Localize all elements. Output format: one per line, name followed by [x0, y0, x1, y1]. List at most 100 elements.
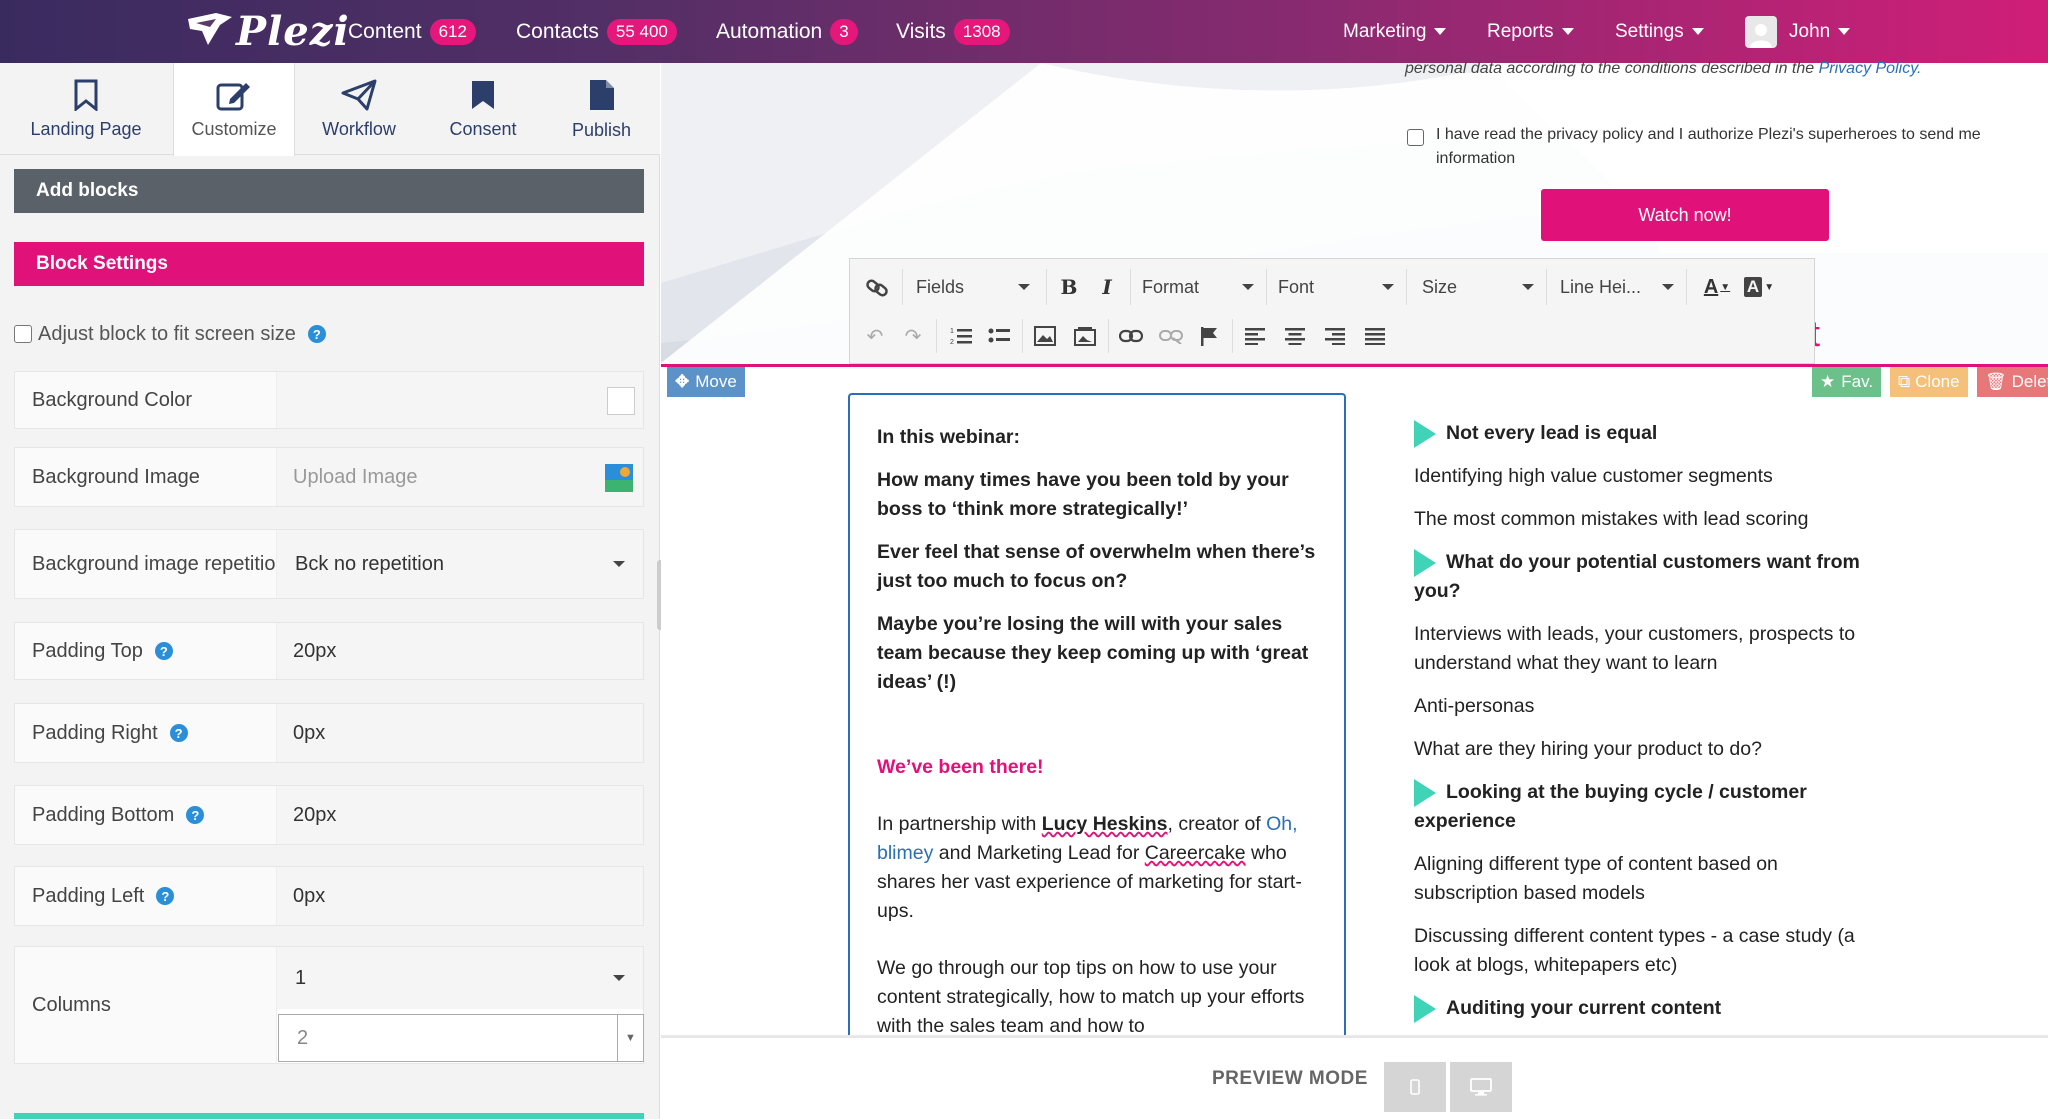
agenda-item: Aligning different type of content based…	[1414, 850, 1874, 908]
color-swatch[interactable]	[607, 387, 635, 415]
padding-top-input[interactable]: 20px	[277, 623, 643, 679]
logo-bird-icon	[188, 13, 232, 45]
help-icon[interactable]: ?	[186, 806, 205, 824]
paragraph-2: Ever feel that sense of overwhelm when t…	[877, 541, 1316, 592]
agenda-item: What are they hiring your product to do?	[1414, 735, 1874, 764]
bold-icon[interactable]: B	[1054, 272, 1084, 302]
background-repeat-value: Bck no repetition	[295, 552, 444, 575]
adjust-block-label: Adjust block to fit screen size	[38, 322, 296, 345]
text-color-icon[interactable]: A ▼	[1702, 272, 1732, 302]
link-chain-icon[interactable]	[862, 273, 892, 303]
ordered-list-icon[interactable]: 12	[946, 321, 976, 351]
fields-dropdown[interactable]: Fields	[916, 271, 1036, 303]
padding-bottom-input[interactable]: 20px	[277, 786, 643, 844]
edit-icon	[216, 83, 250, 111]
image-gallery-icon[interactable]	[1070, 321, 1100, 351]
help-icon[interactable]: ?	[307, 325, 326, 343]
undo-icon[interactable]: ↶	[860, 321, 890, 351]
user-menu[interactable]: John	[1745, 0, 1851, 63]
tab-customize[interactable]: Customize	[173, 63, 295, 156]
mobile-preview-button[interactable]	[1384, 1062, 1446, 1112]
menu-settings[interactable]: Settings	[1615, 0, 1704, 63]
consent-checkbox[interactable]	[1407, 129, 1424, 146]
agenda-heading: Not every lead is equal	[1414, 419, 1874, 448]
columns-label: Columns	[15, 947, 277, 1063]
insert-image-icon[interactable]	[1030, 321, 1060, 351]
nav-contacts[interactable]: Contacts 55 400	[516, 0, 677, 63]
padding-right-input[interactable]: 0px	[277, 704, 643, 762]
webinar-intro: In this webinar:	[877, 426, 1021, 448]
toolbar-divider	[1686, 269, 1687, 305]
line-height-dropdown[interactable]: Line Hei...	[1560, 271, 1680, 303]
padding-right-label-wrap: Padding Right?	[15, 704, 277, 762]
spinner-arrow-icon[interactable]: ▼	[617, 1015, 643, 1061]
format-dropdown[interactable]: Format	[1142, 271, 1260, 303]
agenda-item: Identifying high value customer segments	[1414, 462, 1874, 491]
nav-visits[interactable]: Visits 1308	[896, 0, 1010, 63]
chevron-down-icon	[1522, 284, 1534, 290]
agenda-heading: Auditing your current content	[1414, 994, 1874, 1023]
move-block-button[interactable]: ✥ Move	[667, 367, 745, 397]
tab-landing-page[interactable]: Landing Page	[0, 63, 172, 155]
bullet-list-icon[interactable]	[984, 321, 1014, 351]
align-left-icon[interactable]	[1240, 321, 1270, 351]
anchor-flag-icon[interactable]	[1194, 321, 1224, 351]
watch-now-button[interactable]: Watch now!	[1541, 189, 1829, 241]
align-right-icon[interactable]	[1320, 321, 1350, 351]
delete-block-button[interactable]: 🗑Delete	[1977, 367, 2048, 397]
settings-panel: Landing Page Customize Workflow Consent …	[0, 63, 660, 1119]
adjust-block-checkbox[interactable]	[14, 325, 32, 343]
tab-label: Customize	[191, 119, 277, 139]
italic-icon[interactable]: I	[1092, 272, 1122, 302]
tab-workflow[interactable]: Workflow	[296, 63, 422, 155]
background-repeat-select[interactable]: Bck no repetition	[277, 530, 643, 598]
image-upload-icon[interactable]	[605, 464, 633, 492]
nav-automation[interactable]: Automation 3	[716, 0, 858, 63]
delete-label: Delete	[2011, 372, 2048, 391]
menu-reports[interactable]: Reports	[1487, 0, 1574, 63]
favorite-block-button[interactable]: ★ Fav.	[1812, 367, 1882, 397]
columns-input[interactable]: 2 ▼	[278, 1014, 644, 1062]
chevron-down-icon	[613, 561, 625, 567]
background-color-field[interactable]	[277, 372, 643, 428]
desktop-preview-button[interactable]	[1450, 1062, 1512, 1112]
menu-marketing[interactable]: Marketing	[1343, 0, 1447, 63]
p4-text-a: In partnership with	[877, 813, 1042, 835]
menu-settings-label: Settings	[1615, 20, 1684, 42]
help-icon[interactable]: ?	[169, 724, 188, 742]
nav-content[interactable]: Content 612	[348, 0, 476, 63]
unlink-icon[interactable]	[1156, 321, 1186, 351]
block-settings-header[interactable]: Block Settings	[14, 242, 644, 286]
font-dropdown[interactable]: Font	[1278, 271, 1400, 303]
padding-left-label: Padding Left	[32, 884, 145, 907]
padding-right-row: Padding Right? 0px	[14, 703, 644, 763]
insert-link-icon[interactable]	[1116, 321, 1146, 351]
redo-icon[interactable]: ↷	[898, 321, 928, 351]
columns-select[interactable]: 1	[277, 947, 643, 1009]
clone-block-button[interactable]: ⧉ Clone	[1890, 367, 1968, 397]
size-dropdown[interactable]: Size	[1422, 271, 1540, 303]
save-bar[interactable]	[14, 1113, 644, 1119]
tab-consent[interactable]: Consent	[423, 63, 543, 155]
tab-publish[interactable]: Publish	[544, 63, 659, 155]
text-editor-area[interactable]: In this webinar: How many times have you…	[848, 393, 1346, 1111]
align-center-icon[interactable]	[1280, 321, 1310, 351]
help-icon[interactable]: ?	[154, 642, 173, 660]
add-blocks-header[interactable]: Add blocks	[14, 169, 644, 213]
size-label: Size	[1422, 276, 1458, 297]
upload-image-placeholder: Upload Image	[293, 465, 418, 488]
agenda-heading: Looking at the buying cycle / customer e…	[1414, 778, 1874, 836]
background-color-icon[interactable]: A ▼	[1743, 272, 1774, 302]
agenda-heading-text: What do your potential customers want fr…	[1414, 551, 1860, 602]
privacy-policy-link[interactable]: Privacy Policy.	[1819, 60, 1922, 77]
format-label: Format	[1142, 276, 1200, 297]
align-justify-icon[interactable]	[1360, 321, 1390, 351]
font-label: Font	[1278, 276, 1315, 297]
padding-left-input[interactable]: 0px	[277, 867, 643, 925]
plezi-logo[interactable]: Plezi	[186, 6, 350, 56]
padding-bottom-row: Padding Bottom? 20px	[14, 785, 644, 845]
help-icon[interactable]: ?	[156, 887, 175, 905]
agenda-item-text: What are they hiring your product to do?	[1414, 738, 1762, 760]
background-image-field[interactable]: Upload Image	[277, 448, 643, 506]
paragraph-5: We go through our top tips on how to use…	[877, 957, 1305, 1037]
